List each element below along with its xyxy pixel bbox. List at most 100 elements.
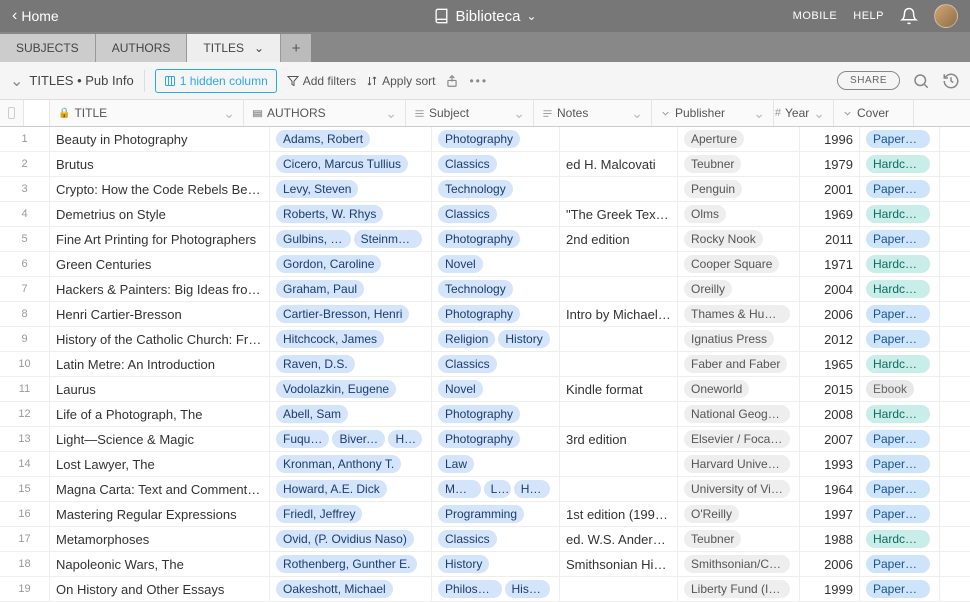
cell-title[interactable]: On History and Other Essays	[50, 577, 270, 601]
column-header-year[interactable]: # Year ⌄	[774, 100, 834, 126]
cell-cover[interactable]: Paperback	[860, 502, 940, 526]
cell-subject[interactable]: PhilosophyHistory	[432, 577, 560, 601]
table-row[interactable]: 19On History and Other EssaysOakeshott, …	[0, 577, 970, 602]
cell-authors[interactable]: Gulbins, JuergenSteinmueller, U	[270, 227, 432, 251]
cell-title[interactable]: Laurus	[50, 377, 270, 401]
cell-authors[interactable]: Oakeshott, Michael	[270, 577, 432, 601]
cell-notes[interactable]: Smithsonian History …	[560, 552, 678, 576]
cell-authors[interactable]: Hitchcock, James	[270, 327, 432, 351]
table-row[interactable]: 6Green CenturiesGordon, CarolineNovelCoo…	[0, 252, 970, 277]
cell-authors[interactable]: Roberts, W. Rhys	[270, 202, 432, 226]
cell-subject[interactable]: Classics	[432, 152, 560, 176]
table-row[interactable]: 2BrutusCicero, Marcus TulliusClassicsed …	[0, 152, 970, 177]
cell-publisher[interactable]: Smithsonian/Collins	[678, 552, 800, 576]
cell-publisher[interactable]: National Geograph…	[678, 402, 800, 426]
cell-notes[interactable]	[560, 477, 678, 501]
cell-publisher[interactable]: Oreilly	[678, 277, 800, 301]
cell-publisher[interactable]: Harvard University …	[678, 452, 800, 476]
cell-subject[interactable]: Classics	[432, 202, 560, 226]
cell-authors[interactable]: Cicero, Marcus Tullius	[270, 152, 432, 176]
cell-year[interactable]: 2008	[800, 402, 860, 426]
cell-authors[interactable]: Abell, Sam	[270, 402, 432, 426]
cell-cover[interactable]: Paperback	[860, 127, 940, 151]
cell-notes[interactable]: 2nd edition	[560, 227, 678, 251]
add-filters-button[interactable]: Add filters	[287, 74, 356, 88]
cell-year[interactable]: 1993	[800, 452, 860, 476]
cell-subject[interactable]: MedievalLawHistory	[432, 477, 560, 501]
cell-publisher[interactable]: Rocky Nook	[678, 227, 800, 251]
cell-notes[interactable]: "The Greek Text of…	[560, 202, 678, 226]
chevron-down-icon[interactable]: ⌄	[223, 105, 235, 122]
cell-subject[interactable]: Photography	[432, 402, 560, 426]
cell-year[interactable]: 2001	[800, 177, 860, 201]
cell-subject[interactable]: Programming	[432, 502, 560, 526]
share-export-button[interactable]	[445, 74, 459, 88]
cell-notes[interactable]	[560, 452, 678, 476]
cell-notes[interactable]	[560, 577, 678, 601]
base-title-menu[interactable]: Biblioteca ⌄	[433, 8, 536, 25]
cell-cover[interactable]: Paperback	[860, 227, 940, 251]
cell-notes[interactable]	[560, 352, 678, 376]
cell-year[interactable]: 2004	[800, 277, 860, 301]
notifications-icon[interactable]	[900, 7, 918, 25]
cell-notes[interactable]: 3rd edition	[560, 427, 678, 451]
cell-subject[interactable]: Photography	[432, 427, 560, 451]
cell-title[interactable]: Crypto: How the Code Rebels Beat the Gov…	[50, 177, 270, 201]
cell-notes[interactable]: Intro by Michael…	[560, 302, 678, 326]
cell-year[interactable]: 1965	[800, 352, 860, 376]
cell-subject[interactable]: Technology	[432, 177, 560, 201]
cell-title[interactable]: Fine Art Printing for Photographers	[50, 227, 270, 251]
cell-year[interactable]: 1999	[800, 577, 860, 601]
cell-title[interactable]: History of the Catholic Church: From the…	[50, 327, 270, 351]
table-row[interactable]: 14Lost Lawyer, TheKronman, Anthony T.Law…	[0, 452, 970, 477]
table-row[interactable]: 8Henri Cartier-BressonCartier-Bresson, H…	[0, 302, 970, 327]
cell-publisher[interactable]: University of Virginia	[678, 477, 800, 501]
cell-notes[interactable]	[560, 277, 678, 301]
cell-year[interactable]: 1997	[800, 502, 860, 526]
chevron-down-icon[interactable]: ⌄	[813, 105, 825, 122]
column-header-cover[interactable]: Cover	[834, 100, 914, 126]
hidden-columns-button[interactable]: 1 hidden column	[155, 69, 277, 93]
cell-cover[interactable]: Hardcover	[860, 527, 940, 551]
cell-year[interactable]: 1988	[800, 527, 860, 551]
table-row[interactable]: 9History of the Catholic Church: From th…	[0, 327, 970, 352]
cell-publisher[interactable]: Olms	[678, 202, 800, 226]
cell-publisher[interactable]: Faber and Faber	[678, 352, 800, 376]
cell-authors[interactable]: Vodolazkin, Eugene	[270, 377, 432, 401]
cell-title[interactable]: Life of a Photograph, The	[50, 402, 270, 426]
home-link[interactable]: ‹ Home	[12, 8, 59, 24]
apply-sort-button[interactable]: Apply sort	[366, 74, 435, 88]
cell-authors[interactable]: Cartier-Bresson, Henri	[270, 302, 432, 326]
cell-year[interactable]: 2015	[800, 377, 860, 401]
cell-subject[interactable]: Technology	[432, 277, 560, 301]
cell-year[interactable]: 1996	[800, 127, 860, 151]
cell-title[interactable]: Lost Lawyer, The	[50, 452, 270, 476]
cell-year[interactable]: 2011	[800, 227, 860, 251]
cell-notes[interactable]	[560, 127, 678, 151]
table-row[interactable]: 15Magna Carta: Text and CommentaryHoward…	[0, 477, 970, 502]
cell-cover[interactable]: Hardcover	[860, 252, 940, 276]
table-row[interactable]: 16Mastering Regular ExpressionsFriedl, J…	[0, 502, 970, 527]
more-options-button[interactable]: •••	[469, 74, 488, 88]
chevron-down-icon[interactable]: ⌄	[631, 105, 643, 122]
cell-cover[interactable]: Paperback	[860, 177, 940, 201]
avatar[interactable]	[934, 4, 958, 28]
cell-title[interactable]: Demetrius on Style	[50, 202, 270, 226]
share-button[interactable]: SHARE	[837, 71, 900, 90]
cell-year[interactable]: 2012	[800, 327, 860, 351]
cell-title[interactable]: Metamorphoses	[50, 527, 270, 551]
cell-publisher[interactable]: Cooper Square	[678, 252, 800, 276]
cell-notes[interactable]: ed H. Malcovati	[560, 152, 678, 176]
cell-notes[interactable]: ed. W.S. Anderson	[560, 527, 678, 551]
cell-subject[interactable]: Novel	[432, 377, 560, 401]
cell-year[interactable]: 1971	[800, 252, 860, 276]
cell-notes[interactable]	[560, 327, 678, 351]
cell-publisher[interactable]: Ignatius Press	[678, 327, 800, 351]
cell-publisher[interactable]: Thames & Hudson	[678, 302, 800, 326]
cell-cover[interactable]: Hardcover	[860, 402, 940, 426]
cell-year[interactable]: 2007	[800, 427, 860, 451]
cell-year[interactable]: 2006	[800, 552, 860, 576]
table-row[interactable]: 18Napoleonic Wars, TheRothenberg, Gunthe…	[0, 552, 970, 577]
cell-title[interactable]: Hackers & Painters: Big Ideas from the C…	[50, 277, 270, 301]
cell-authors[interactable]: Raven, D.S.	[270, 352, 432, 376]
